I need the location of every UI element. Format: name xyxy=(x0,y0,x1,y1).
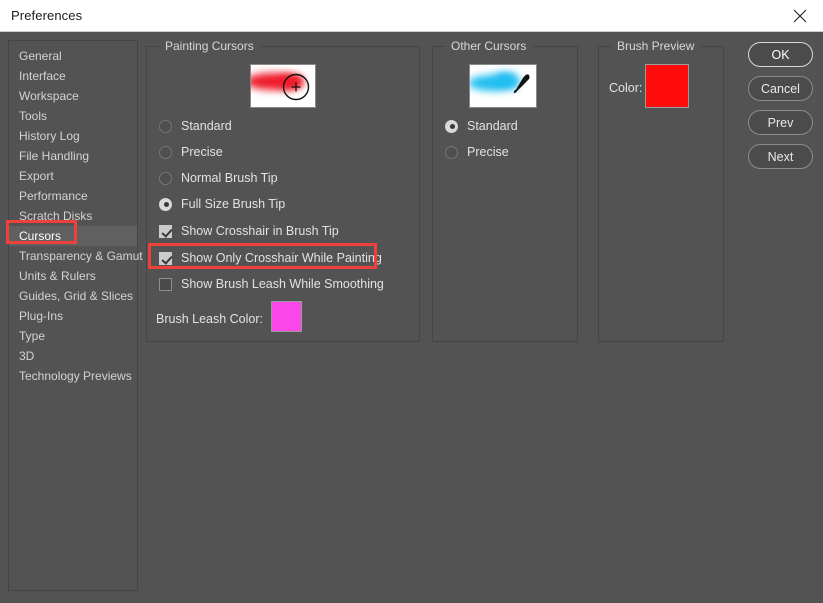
sidebar-item-label: Type xyxy=(19,329,45,343)
sidebar-item-performance[interactable]: Performance xyxy=(9,186,137,206)
sidebar-item-general[interactable]: General xyxy=(9,46,137,66)
sidebar-item-label: General xyxy=(19,49,62,63)
radio-full-size-brush-tip-label: Full Size Brush Tip xyxy=(181,197,285,211)
sidebar-item-tools[interactable]: Tools xyxy=(9,106,137,126)
other-radio-precise[interactable]: Precise xyxy=(445,143,509,161)
checkbox-show-brush-leash-while-smoothing-label: Show Brush Leash While Smoothing xyxy=(181,277,384,291)
radio-normal-brush-tip-label: Normal Brush Tip xyxy=(181,171,278,185)
radio-full-size-brush-tip-icon xyxy=(159,198,172,211)
sidebar-item-label: Interface xyxy=(19,69,66,83)
brush-preview-color-swatch[interactable] xyxy=(645,64,689,108)
sidebar-item-guides-grid-slices[interactable]: Guides, Grid & Slices xyxy=(9,286,137,306)
sidebar-item-label: 3D xyxy=(19,349,34,363)
radio-precise[interactable]: Precise xyxy=(159,143,223,161)
brush-preview-title: Brush Preview xyxy=(611,39,700,53)
sidebar-item-scratch-disks[interactable]: Scratch Disks xyxy=(9,206,137,226)
other-radio-standard-icon xyxy=(445,120,458,133)
brush-leash-color-label: Brush Leash Color: xyxy=(156,310,263,328)
sidebar-item-label: Scratch Disks xyxy=(19,209,92,223)
sidebar-item-label: Workspace xyxy=(19,89,79,103)
checkbox-show-only-crosshair-while-painting-icon xyxy=(159,252,172,265)
sidebar-item-transparency-gamut[interactable]: Transparency & Gamut xyxy=(9,246,137,266)
sidebar-item-label: File Handling xyxy=(19,149,89,163)
painting-cursors-title: Painting Cursors xyxy=(159,39,260,53)
sidebar-item-label: Guides, Grid & Slices xyxy=(19,289,133,303)
other-cursors-group: Other Cursors Standard Precise xyxy=(432,46,578,342)
sidebar-item-label: Tools xyxy=(19,109,47,123)
checkbox-show-brush-leash-while-smoothing-icon xyxy=(159,278,172,291)
prev-button[interactable]: Prev xyxy=(748,110,813,135)
sidebar-item-units-rulers[interactable]: Units & Rulers xyxy=(9,266,137,286)
sidebar-item-label: Transparency & Gamut xyxy=(19,249,143,263)
brush-cursor-preview xyxy=(250,64,316,108)
radio-precise-label: Precise xyxy=(181,145,223,159)
other-cursors-title: Other Cursors xyxy=(445,39,532,53)
checkbox-show-only-crosshair-while-painting-label: Show Only Crosshair While Painting xyxy=(181,251,382,265)
ok-button[interactable]: OK xyxy=(748,42,813,67)
sidebar-item-3d[interactable]: 3D xyxy=(9,346,137,366)
category-sidebar[interactable]: General Interface Workspace Tools History Lo… xyxy=(8,40,138,591)
sidebar-item-technology-previews[interactable]: Technology Previews xyxy=(9,366,137,386)
sidebar-item-interface[interactable]: Interface xyxy=(9,66,137,86)
brush-leash-color-swatch[interactable] xyxy=(271,301,302,332)
radio-normal-brush-tip[interactable]: Normal Brush Tip xyxy=(159,169,278,187)
checkbox-show-only-crosshair-while-painting[interactable]: Show Only Crosshair While Painting xyxy=(159,249,382,267)
sidebar-item-label: History Log xyxy=(19,129,80,143)
brush-preview-group: Brush Preview Color: xyxy=(598,46,724,342)
checkbox-show-brush-leash-while-smoothing[interactable]: Show Brush Leash While Smoothing xyxy=(159,275,384,293)
radio-standard-label: Standard xyxy=(181,119,232,133)
checkbox-show-crosshair-in-brush-tip-label: Show Crosshair in Brush Tip xyxy=(181,224,339,238)
preferences-dialog: Preferences General Interface Workspace Too… xyxy=(0,0,823,603)
sidebar-item-label: Performance xyxy=(19,189,88,203)
radio-standard[interactable]: Standard xyxy=(159,117,232,135)
brush-preview-color-label: Color: xyxy=(609,79,642,97)
checkbox-show-crosshair-in-brush-tip-icon xyxy=(159,225,172,238)
radio-precise-icon xyxy=(159,146,172,159)
sidebar-item-history-log[interactable]: History Log xyxy=(9,126,137,146)
window-title: Preferences xyxy=(11,8,82,23)
sidebar-item-label: Plug-Ins xyxy=(19,309,63,323)
sidebar-item-workspace[interactable]: Workspace xyxy=(9,86,137,106)
other-radio-standard[interactable]: Standard xyxy=(445,117,518,135)
sidebar-item-cursors[interactable]: Cursors xyxy=(9,226,137,246)
cancel-button[interactable]: Cancel xyxy=(748,76,813,101)
sidebar-item-plug-ins[interactable]: Plug-Ins xyxy=(9,306,137,326)
other-radio-precise-icon xyxy=(445,146,458,159)
radio-standard-icon xyxy=(159,120,172,133)
sidebar-item-label: Units & Rulers xyxy=(19,269,96,283)
title-bar: Preferences xyxy=(0,0,823,32)
painting-cursors-group: Painting Cursors Standard Precise Normal… xyxy=(146,46,420,342)
checkbox-show-crosshair-in-brush-tip[interactable]: Show Crosshair in Brush Tip xyxy=(159,222,339,240)
other-radio-precise-label: Precise xyxy=(467,145,509,159)
next-button[interactable]: Next xyxy=(748,144,813,169)
radio-normal-brush-tip-icon xyxy=(159,172,172,185)
radio-full-size-brush-tip[interactable]: Full Size Brush Tip xyxy=(159,195,285,213)
close-icon[interactable] xyxy=(777,0,823,31)
sidebar-item-export[interactable]: Export xyxy=(9,166,137,186)
other-radio-standard-label: Standard xyxy=(467,119,518,133)
sidebar-item-type[interactable]: Type xyxy=(9,326,137,346)
sidebar-item-label: Cursors xyxy=(19,229,61,243)
sidebar-item-label: Technology Previews xyxy=(19,369,132,383)
eyedropper-cursor-preview xyxy=(469,64,537,108)
sidebar-item-file-handling[interactable]: File Handling xyxy=(9,146,137,166)
sidebar-item-label: Export xyxy=(19,169,54,183)
